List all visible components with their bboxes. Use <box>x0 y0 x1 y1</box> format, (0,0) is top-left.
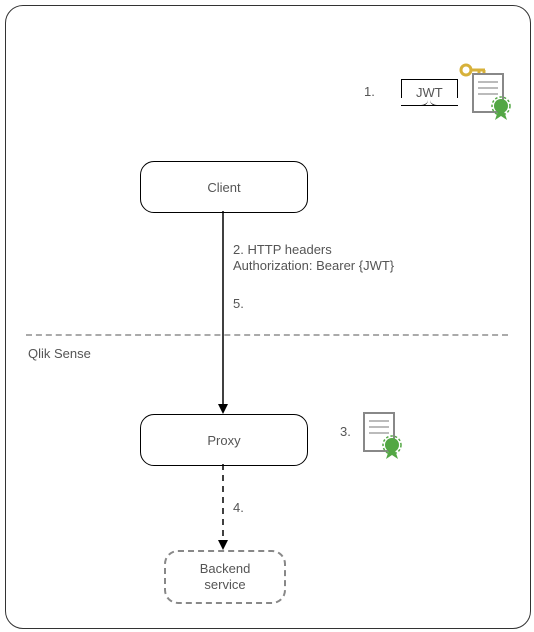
certificate-icon-proxy <box>362 411 404 461</box>
step-1-label: 1. <box>364 84 375 99</box>
backend-service-node: Backend service <box>164 550 286 604</box>
proxy-node: Proxy <box>140 414 308 466</box>
step-2-line1: 2. HTTP headers <box>233 242 332 257</box>
client-label: Client <box>207 180 240 195</box>
jwt-token-note: JWT <box>401 79 458 106</box>
diagram-frame: JWT 1. Client Proxy Backend service <box>5 5 531 629</box>
arrow-proxy-to-backend <box>216 464 230 552</box>
jwt-label: JWT <box>416 85 443 100</box>
client-node: Client <box>140 161 308 213</box>
arrow-client-to-proxy <box>216 211 230 416</box>
step-4-label: 4. <box>233 500 244 515</box>
boundary-line <box>26 334 508 336</box>
backend-label-2: service <box>204 577 245 593</box>
proxy-label: Proxy <box>207 433 240 448</box>
certificate-icon <box>471 72 513 122</box>
step-5-label: 5. <box>233 296 244 311</box>
backend-label-1: Backend <box>200 561 251 577</box>
boundary-label: Qlik Sense <box>28 346 91 361</box>
step-3-label: 3. <box>340 424 351 439</box>
step-2-line2: Authorization: Bearer {JWT} <box>233 258 394 273</box>
